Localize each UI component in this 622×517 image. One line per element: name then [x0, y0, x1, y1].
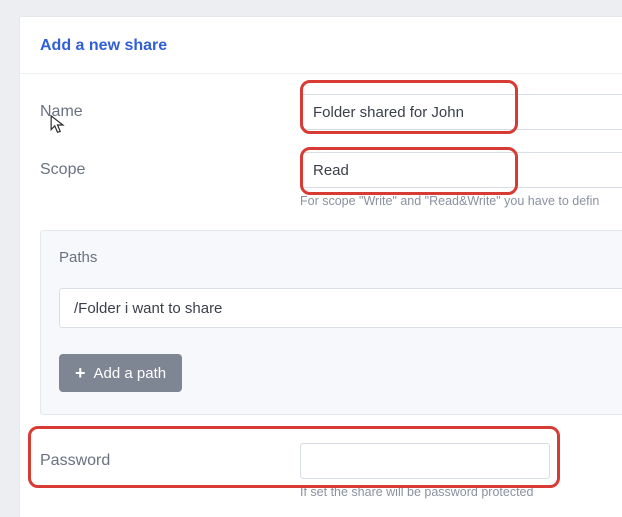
page-root: Add a new share Name Scope Read For scop… [0, 0, 622, 517]
card-title: Add a new share [20, 17, 622, 74]
paths-title: Paths [59, 249, 622, 266]
row-scope: Scope Read For scope "Write" and "Read&W… [20, 152, 622, 208]
password-helper: If set the share will be password protec… [300, 485, 622, 499]
path-input-0[interactable] [59, 288, 622, 328]
scope-select[interactable]: Read [300, 152, 622, 188]
control-name [300, 94, 622, 130]
label-scope: Scope [20, 152, 300, 188]
control-scope: Read For scope "Write" and "Read&Write" … [300, 152, 622, 208]
row-password: Password If set the share will be passwo… [20, 443, 622, 499]
scope-helper: For scope "Write" and "Read&Write" you h… [300, 194, 622, 208]
password-input[interactable] [300, 443, 550, 479]
share-form-card: Add a new share Name Scope Read For scop… [19, 16, 622, 517]
label-password: Password [20, 443, 300, 479]
control-password: If set the share will be password protec… [300, 443, 622, 499]
scope-value: Read [313, 162, 349, 179]
label-name: Name [20, 94, 300, 130]
share-form: Name Scope Read For scope "Write" and "R… [20, 74, 622, 499]
add-path-button[interactable]: + Add a path [59, 354, 182, 392]
plus-icon: + [75, 364, 86, 382]
add-path-label: Add a path [94, 365, 167, 382]
name-input[interactable] [300, 94, 622, 130]
row-name: Name [20, 94, 622, 130]
paths-panel: Paths + Add a path [40, 230, 622, 415]
